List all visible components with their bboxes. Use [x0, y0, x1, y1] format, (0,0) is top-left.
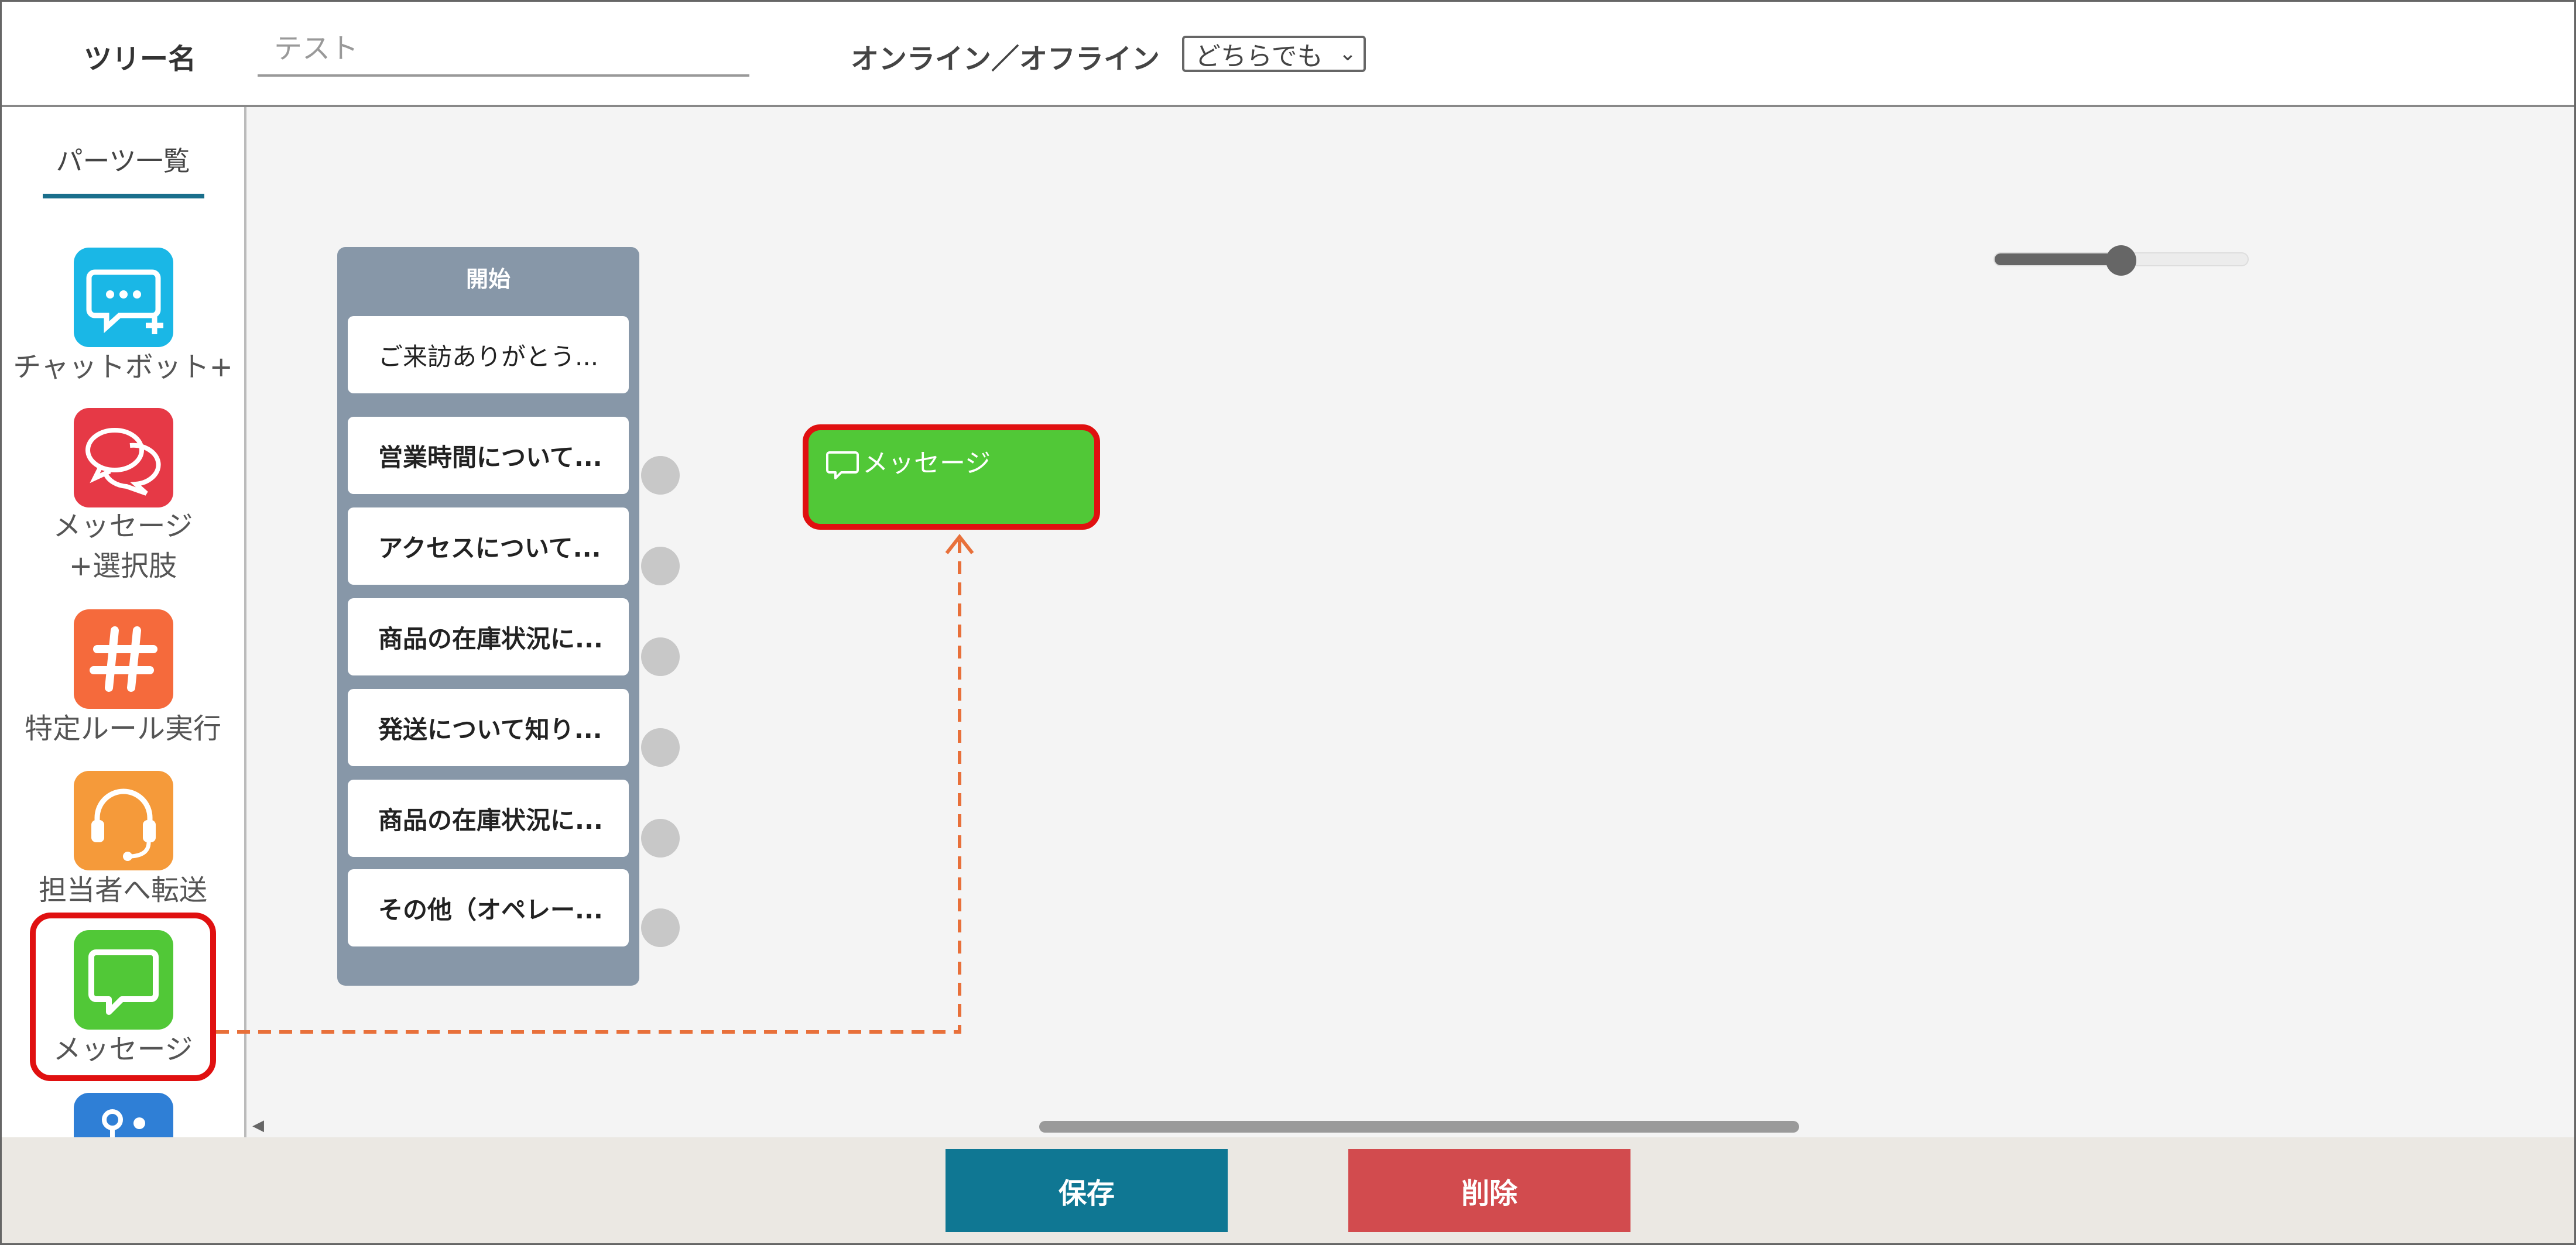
part-chatbot-plus[interactable]: チャットボット+: [2, 248, 244, 388]
part-specific-rule[interactable]: 特定ルール実行: [2, 609, 244, 750]
part-transfer-operator[interactable]: 担当者へ転送: [2, 771, 244, 911]
headset-icon: [74, 771, 173, 870]
start-block-title: 開始: [465, 266, 511, 292]
part-branch[interactable]: [2, 1093, 244, 1137]
node-connector-handle[interactable]: [641, 908, 680, 947]
hashtag-icon: [74, 609, 173, 709]
delete-button[interactable]: 削除: [1348, 1149, 1630, 1232]
node-connector-handle[interactable]: [641, 456, 680, 495]
online-offline-label: オンライン／オフライン: [851, 43, 1160, 76]
online-offline-select-value: どちらでも: [1195, 42, 1323, 71]
zoom-slider-knob[interactable]: [2106, 245, 2136, 276]
message-icon: [826, 451, 859, 479]
parts-tab-underline: [43, 194, 204, 198]
node-connector-handle[interactable]: [641, 819, 680, 858]
parts-sidebar: パーツ一覧 チャットボット+ メッセージ +選択肢 特定ルール実行 担当者へ転送…: [2, 107, 246, 1137]
start-node-item[interactable]: アクセスについて...: [348, 507, 629, 585]
branch-icon: [74, 1093, 173, 1137]
tree-name-label: ツリー名: [84, 43, 197, 76]
footer-bar: 保存 削除: [2, 1137, 2574, 1243]
message-node-label: メッセージ: [862, 448, 991, 478]
online-offline-select[interactable]: どちらでも ⌄: [1182, 36, 1366, 72]
zoom-slider-fill: [1995, 253, 2121, 265]
part-label: 特定ルール実行: [24, 712, 221, 745]
scroll-left-arrow-icon[interactable]: ◀: [252, 1117, 264, 1134]
part-label: チャットボット+: [13, 351, 233, 383]
chevron-down-icon: ⌄: [1338, 42, 1356, 66]
start-block[interactable]: 開始 ご来訪ありがとう... 営業時間について... アクセスについて... 商…: [337, 247, 639, 986]
node-connector-handle[interactable]: [641, 637, 680, 676]
save-button[interactable]: 保存: [946, 1149, 1228, 1232]
tree-name-input[interactable]: [258, 23, 749, 77]
start-node-item[interactable]: 商品の在庫状況に...: [348, 598, 629, 675]
message-node[interactable]: メッセージ: [803, 424, 1100, 530]
part-label: 担当者へ転送: [38, 874, 207, 907]
node-connector-handle[interactable]: [641, 547, 680, 585]
start-node-item[interactable]: 営業時間について...: [348, 417, 629, 494]
part-label: メッセージ: [53, 510, 193, 543]
part-message-choice[interactable]: メッセージ +選択肢: [2, 408, 244, 584]
highlight-box-message-part: [30, 913, 216, 1081]
header-bar: ツリー名 オンライン／オフライン どちらでも ⌄: [2, 2, 2574, 107]
app-window: ツリー名 オンライン／オフライン どちらでも ⌄ パーツ一覧 チャットボット+: [0, 0, 2576, 1245]
start-node-item[interactable]: その他（オペレー...: [348, 869, 629, 946]
parts-list-tab[interactable]: パーツ一覧: [2, 140, 244, 179]
zoom-slider[interactable]: [1993, 245, 2249, 276]
part-label-2: +選択肢: [68, 550, 177, 582]
start-node-item[interactable]: 商品の在庫状況に...: [348, 780, 629, 857]
message-choice-icon: [74, 408, 173, 507]
start-node-item[interactable]: ご来訪ありがとう...: [348, 316, 629, 393]
horizontal-scrollbar-thumb[interactable]: [1039, 1121, 1799, 1133]
node-connector-handle[interactable]: [641, 728, 680, 767]
chatbot-plus-icon: [74, 248, 173, 347]
start-node-item[interactable]: 発送について知り...: [348, 689, 629, 766]
